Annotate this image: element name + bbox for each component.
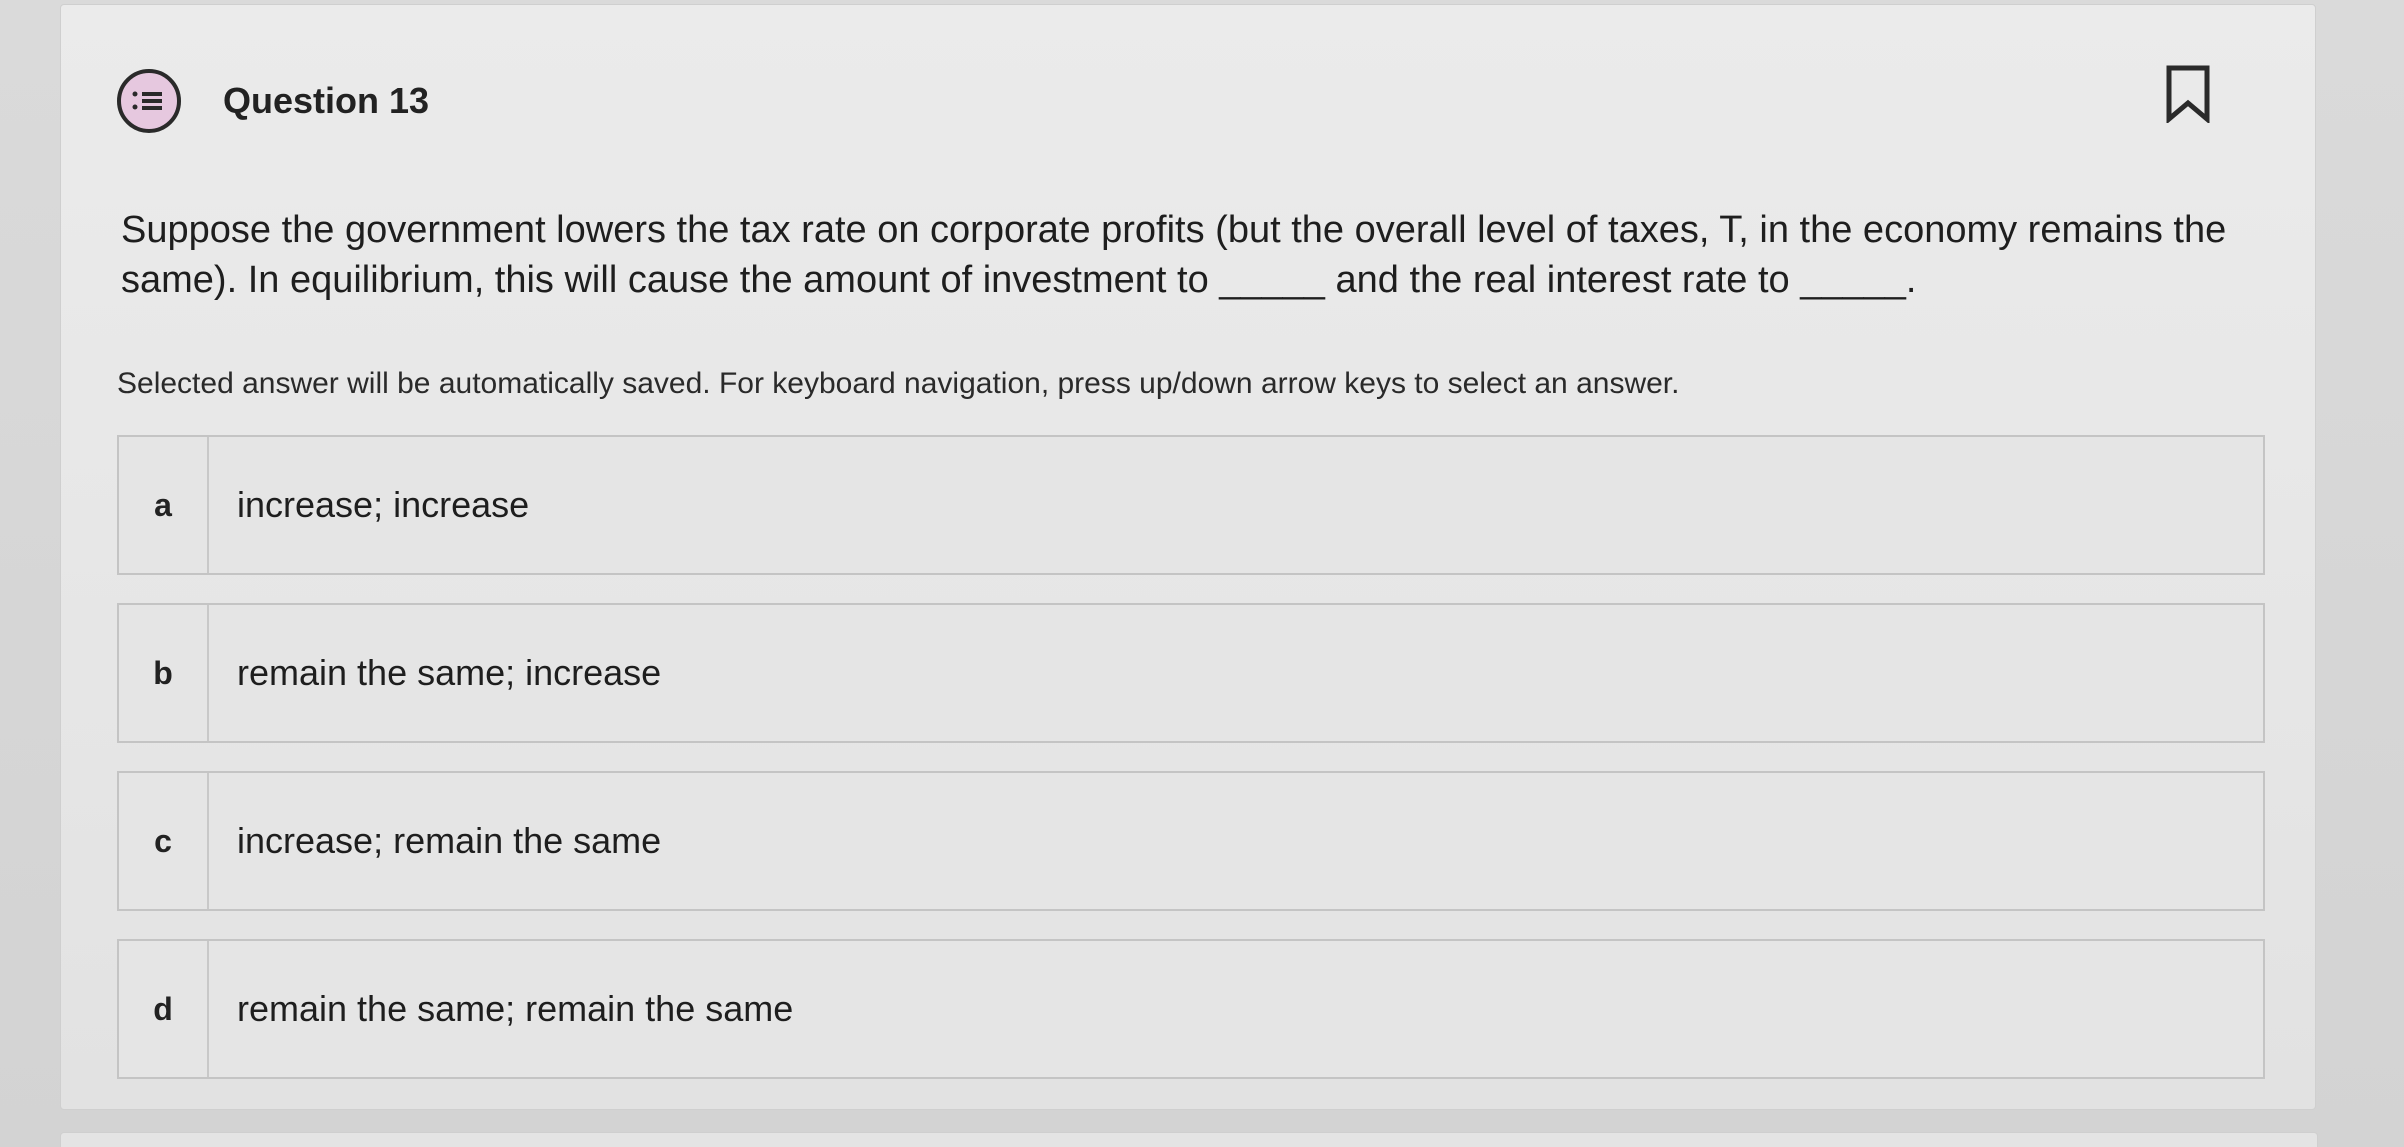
answer-option-c[interactable]: c increase; remain the same [117, 771, 2265, 911]
question-title: Question 13 [223, 80, 430, 121]
question-header: Question 13 [117, 63, 429, 139]
option-text: increase; increase [237, 484, 530, 525]
next-question-card [60, 1132, 2318, 1147]
option-letter: c [119, 773, 209, 909]
page: Question 13 Suppose the government lower… [0, 0, 2404, 1147]
question-text: Suppose the government lowers the tax ra… [121, 209, 2227, 301]
answer-option-d[interactable]: d remain the same; remain the same [117, 939, 2265, 1079]
option-text: increase; remain the same [237, 820, 662, 861]
option-text: remain the same; remain the same [237, 988, 794, 1029]
answer-option-b[interactable]: b remain the same; increase [117, 603, 2265, 743]
answer-options: a increase; increase b remain the same; … [117, 435, 2265, 1107]
question-card: Question 13 Suppose the government lower… [60, 4, 2316, 1110]
instructions-text: Selected answer will be automatically sa… [117, 367, 1680, 400]
option-text: remain the same; increase [237, 652, 662, 693]
list-icon [117, 69, 181, 133]
bookmark-icon[interactable] [2166, 65, 2210, 125]
answer-option-a[interactable]: a increase; increase [117, 435, 2265, 575]
option-letter: d [119, 941, 209, 1077]
option-letter: b [119, 605, 209, 741]
option-letter: a [119, 437, 209, 573]
